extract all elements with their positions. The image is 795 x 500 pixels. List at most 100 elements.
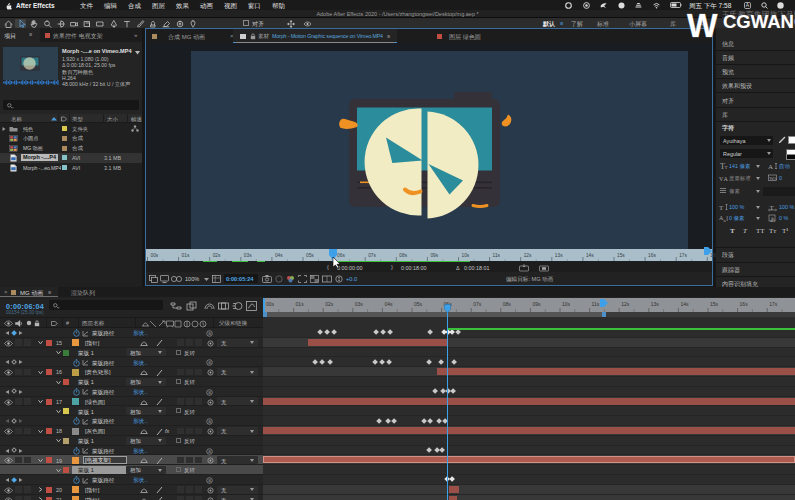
tab-mg-close-icon[interactable]: × <box>4 289 8 295</box>
layer-duration-bar-19[interactable] <box>263 456 795 463</box>
project-item-label[interactable] <box>62 165 67 170</box>
layer-switch-cell-1[interactable] <box>177 398 184 405</box>
layer-label-square[interactable] <box>46 340 52 346</box>
tab-mg-menu-icon[interactable]: ≡ <box>48 289 51 295</box>
layer-switch-cell-1[interactable] <box>177 486 184 493</box>
layer-label-square[interactable] <box>46 369 52 375</box>
kf-nav-diamond[interactable] <box>11 359 17 365</box>
layer-duration-bar-16[interactable] <box>437 368 795 375</box>
mask-invert-checkbox[interactable] <box>176 350 181 355</box>
layer-solo-cell[interactable] <box>24 428 31 435</box>
layer-switch-cell-2[interactable] <box>186 428 193 435</box>
kf-nav-diamond[interactable] <box>11 477 17 483</box>
project-row-纯色[interactable]: 纯色文件夹 <box>0 124 142 134</box>
fill-color-swatch[interactable] <box>788 136 795 144</box>
align-checkbox[interactable] <box>243 20 249 26</box>
all-caps-button[interactable]: TT <box>756 227 765 235</box>
zoom-level-value[interactable]: 100% <box>185 276 199 282</box>
mask-label-square[interactable] <box>63 379 69 385</box>
layer-label-square[interactable] <box>46 399 52 405</box>
layer-solo-cell[interactable] <box>24 457 31 464</box>
layer-label-square[interactable] <box>46 457 52 463</box>
tab-effect-controls[interactable]: 效果控件 电视支架 <box>53 32 103 41</box>
layer-label-square[interactable] <box>46 497 52 500</box>
leading-value[interactable]: 自动 <box>779 163 790 170</box>
layer-switch-cell-1[interactable] <box>177 339 184 346</box>
project-row-Morph -...eo.MP4[interactable]: Morph -...eo.MP4AVI3.1 MB <box>0 163 142 173</box>
mask-label-square[interactable] <box>63 350 69 356</box>
tab-layer[interactable]: 图层 绿色圆 <box>449 33 481 42</box>
layer-row-left-16[interactable]: 20[指针]无 <box>0 485 263 495</box>
layer-switch-cell-3[interactable] <box>195 496 202 500</box>
column-size-label[interactable]: 大小 <box>107 116 118 123</box>
layer-row-left-1[interactable]: 15[指针]无 <box>0 338 263 348</box>
layer-solo-cell[interactable] <box>24 496 31 500</box>
layer-solo-cell[interactable] <box>24 369 31 376</box>
layer-audio-cell[interactable] <box>15 496 22 500</box>
layer-duration-bar-20[interactable] <box>449 486 459 493</box>
tab-project-menu-icon[interactable]: ≡ <box>29 31 32 37</box>
layer-row-left-13[interactable]: 19[电视支架]无 <box>0 455 263 465</box>
column-last-label[interactable]: 帧速 <box>131 116 142 123</box>
timeline-search-well[interactable] <box>49 300 163 310</box>
layer-audio-cell[interactable] <box>15 369 22 376</box>
layer-audio-cell[interactable] <box>15 486 22 493</box>
layer-label-square[interactable] <box>46 428 52 434</box>
mask-label-square[interactable] <box>63 408 69 414</box>
vertical-scale-value[interactable]: 100 % <box>729 204 744 210</box>
faux-bold-button[interactable]: T <box>730 227 735 235</box>
workspace-menu-icon[interactable]: ≡ <box>560 20 563 26</box>
duration-value[interactable]: 0:00:18:01 <box>464 265 489 271</box>
layer-audio-cell[interactable] <box>15 339 22 346</box>
layer-solo-cell[interactable] <box>24 339 31 346</box>
project-item-label[interactable] <box>62 126 67 131</box>
kern-amount-value[interactable]: 0 <box>779 175 782 181</box>
layer-label-square[interactable] <box>46 487 52 493</box>
layer-audio-cell[interactable] <box>15 428 22 435</box>
project-item-label[interactable] <box>62 155 67 160</box>
project-row-Morph -....P4[interactable]: Morph -....P4AVI3.1 MB <box>0 153 142 163</box>
column-name-label[interactable]: 名称 <box>11 116 22 123</box>
layer-switch-cell-3[interactable] <box>195 339 202 346</box>
kf-nav-diamond[interactable] <box>11 389 17 395</box>
layer-switch-cell-1[interactable] <box>177 496 184 500</box>
tsume-value[interactable]: 0 % <box>779 215 788 221</box>
mask-invert-checkbox[interactable] <box>176 438 181 443</box>
baseline-shift-value[interactable]: 0 像素 <box>729 215 744 222</box>
mask-label-square[interactable] <box>63 438 69 444</box>
layer-switch-cell-2[interactable] <box>186 457 193 464</box>
layer-duration-bar-18[interactable] <box>263 427 795 434</box>
project-item-label[interactable] <box>62 146 67 151</box>
project-row-小圆点[interactable]: 小圆点合成 <box>0 133 142 143</box>
tracking-extra-well[interactable] <box>763 187 795 196</box>
layer-switch-cell-3[interactable] <box>195 486 202 493</box>
layer-duration-bar-21[interactable] <box>449 496 457 500</box>
layer-row-left-17[interactable]: 21[指针]无 <box>0 495 263 500</box>
faux-italic-button[interactable]: T <box>743 227 747 235</box>
small-caps-button[interactable]: Tᴛ <box>769 227 776 235</box>
footage-timecode[interactable]: 0:00:05:24 <box>226 276 253 282</box>
menu-app-name[interactable]: After Effects <box>16 2 55 9</box>
kf-nav-diamond[interactable] <box>11 447 17 453</box>
layer-switch-cell-3[interactable] <box>195 428 202 435</box>
comp-playhead-line[interactable] <box>447 312 448 500</box>
layer-switch-cell-2[interactable] <box>186 496 193 500</box>
exposure-value[interactable]: +0.0 <box>346 276 357 282</box>
layer-solo-cell[interactable] <box>24 398 31 405</box>
layer-duration-bar-15[interactable] <box>308 339 447 346</box>
mask-invert-checkbox[interactable] <box>176 467 181 472</box>
layer-switch-cell-1[interactable] <box>177 428 184 435</box>
horizontal-scale-value[interactable]: 100 % <box>779 204 794 210</box>
stroke-swatch[interactable] <box>786 154 795 160</box>
layer-audio-cell[interactable] <box>15 457 22 464</box>
layer-duration-bar-17[interactable] <box>263 398 795 405</box>
layer-switch-cell-2[interactable] <box>186 398 193 405</box>
layer-switch-cell-1[interactable] <box>177 457 184 464</box>
column-type-label[interactable]: 类型 <box>72 116 83 123</box>
layer-switch-cell-2[interactable] <box>186 339 193 346</box>
mask-invert-checkbox[interactable] <box>176 379 181 384</box>
layer-switch-cell-3[interactable] <box>195 369 202 376</box>
layer-switch-cell-3[interactable] <box>195 398 202 405</box>
layer-switch-cell-1[interactable] <box>177 369 184 376</box>
layer-switch-cell-2[interactable] <box>186 486 193 493</box>
